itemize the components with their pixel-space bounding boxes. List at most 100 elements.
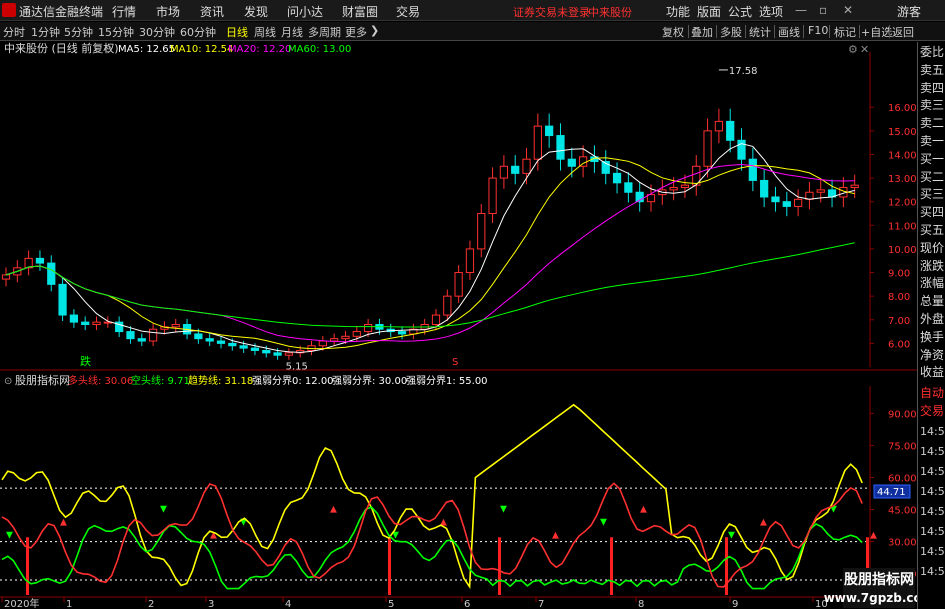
period-5min[interactable]: 5分钟 bbox=[64, 24, 93, 40]
menubar: 通达信金融终端 行情 市场 资讯 发现 问小达 财富圈 交易 证券交易未登录 中… bbox=[0, 0, 945, 21]
period-more[interactable]: 更多 bbox=[345, 24, 367, 40]
trade-label[interactable]: 交易 bbox=[920, 402, 945, 421]
candle-body bbox=[771, 196, 780, 203]
price-y-tick-label: 15.00 bbox=[888, 127, 917, 138]
period-1min[interactable]: 1分钟 bbox=[31, 24, 60, 40]
candle-body bbox=[511, 165, 520, 174]
toolbar-divider bbox=[688, 25, 689, 38]
toolbar-divider bbox=[803, 25, 804, 38]
auto-trade-label[interactable]: 自动 bbox=[920, 384, 945, 403]
signal-arrow-icon: ▼ bbox=[600, 517, 607, 527]
menu-zixun[interactable]: 资讯 bbox=[200, 3, 224, 20]
date-tick-label: 7 bbox=[538, 599, 544, 609]
indicator-name: 股朋指标网 bbox=[15, 373, 70, 387]
quote-label-volume: 总量 bbox=[920, 294, 945, 309]
signal-arrow-icon: ▲ bbox=[330, 505, 337, 515]
cursor-value: 44.71 bbox=[877, 487, 906, 498]
menu-shichang[interactable]: 市场 bbox=[156, 3, 180, 20]
period-multi[interactable]: 多周期 bbox=[308, 24, 341, 40]
menu-caifuquan[interactable]: 财富圈 bbox=[342, 3, 378, 20]
toolbar-divider bbox=[859, 25, 860, 38]
quote-label-sell3: 卖三 bbox=[920, 98, 945, 113]
signal-sell-label: S bbox=[452, 357, 458, 368]
indicator-y-tick-label: 75.00 bbox=[888, 441, 917, 452]
panel-close-icon[interactable]: ✕ bbox=[860, 43, 869, 56]
candle-body bbox=[488, 177, 497, 214]
candle-body bbox=[262, 349, 271, 354]
price-y-tick-label: 14.00 bbox=[888, 150, 917, 161]
low-price-label: 5.15 bbox=[286, 361, 308, 372]
quote-label-change-pct: 涨幅 bbox=[920, 276, 945, 291]
btn-f10[interactable]: F10 bbox=[808, 24, 828, 37]
date-tick-label: 2 bbox=[148, 599, 154, 609]
price-y-tick-label: 11.00 bbox=[888, 221, 917, 232]
period-60min[interactable]: 60分钟 bbox=[180, 24, 216, 40]
more-chevron-icon[interactable]: ❯ bbox=[370, 24, 379, 37]
candle-body bbox=[748, 158, 757, 181]
guest-label[interactable]: 游客 bbox=[897, 3, 921, 20]
period-fenshi[interactable]: 分时 bbox=[3, 24, 25, 40]
candle-body bbox=[239, 345, 248, 349]
candle-body bbox=[81, 321, 90, 325]
signal-arrow-icon: ▼ bbox=[6, 530, 13, 540]
menu-gongneng[interactable]: 功能 bbox=[666, 3, 690, 20]
menu-banmian[interactable]: 版面 bbox=[697, 3, 721, 20]
candle-body bbox=[760, 179, 769, 198]
restore-icon[interactable]: ▫ bbox=[819, 3, 827, 17]
candle-body bbox=[330, 338, 339, 342]
btn-fanhui[interactable]: 返回 bbox=[892, 24, 914, 40]
period-monthly[interactable]: 月线 bbox=[281, 24, 303, 40]
btn-biaoji[interactable]: 标记 bbox=[834, 24, 856, 40]
price-moving-averages bbox=[5, 143, 855, 353]
candle-body bbox=[703, 130, 712, 167]
quote-label-buy5: 买五 bbox=[920, 223, 945, 237]
date-tick-label: 8 bbox=[638, 599, 644, 609]
alert-stock[interactable]: 中来股份 bbox=[588, 4, 632, 20]
candle-body bbox=[318, 340, 327, 347]
quote-label-sell1: 卖一 bbox=[920, 134, 945, 148]
signal-arrow-icon: ▲ bbox=[870, 530, 877, 540]
date-tick-label: 4 bbox=[285, 599, 291, 609]
menu-jiaoyi[interactable]: 交易 bbox=[396, 3, 420, 20]
period-30min[interactable]: 30分钟 bbox=[139, 24, 175, 40]
quote-label-turnover: 换手 bbox=[920, 329, 945, 344]
menu-hangqing[interactable]: 行情 bbox=[112, 3, 136, 20]
btn-huaxian[interactable]: 画线 bbox=[778, 24, 800, 40]
watermark-title: 股朋指标网 bbox=[844, 571, 914, 588]
period-weekly[interactable]: 周线 bbox=[254, 24, 276, 40]
candle-body bbox=[567, 158, 576, 167]
price-y-tick-label: 6.00 bbox=[888, 339, 910, 350]
quote-label-weibi: 委比 bbox=[920, 45, 945, 59]
tick-time: 14:56 bbox=[920, 505, 945, 518]
btn-duogu[interactable]: 多股 bbox=[720, 24, 742, 40]
btn-diejia[interactable]: 叠加 bbox=[691, 24, 713, 40]
menu-xuanxiang[interactable]: 选项 bbox=[759, 3, 783, 20]
period-toolbar: 分时 1分钟 5分钟 15分钟 30分钟 60分钟 日线 周线 月线 多周期 更… bbox=[0, 22, 945, 41]
btn-tongji[interactable]: 统计 bbox=[749, 24, 771, 40]
app-logo bbox=[2, 3, 16, 17]
close-icon[interactable]: ✕ bbox=[843, 3, 853, 17]
toolbar-divider bbox=[889, 25, 890, 38]
menu-faxian[interactable]: 发现 bbox=[244, 3, 268, 20]
tick-time: 14:56 bbox=[920, 525, 945, 538]
candle-body bbox=[47, 262, 56, 285]
menu-wenxiaoda[interactable]: 问小达 bbox=[287, 3, 323, 20]
period-daily[interactable]: 日线 bbox=[226, 24, 248, 40]
tick-time: 14:56 bbox=[920, 465, 945, 478]
toolbar-divider bbox=[774, 25, 775, 38]
candle-body bbox=[499, 165, 509, 179]
period-15min[interactable]: 15分钟 bbox=[98, 24, 134, 40]
btn-add-favorite[interactable]: +自选 bbox=[861, 24, 892, 40]
candle-body bbox=[454, 272, 463, 297]
chart-area[interactable]: 中来股份 (日线 前复权) ⊙ MA5: 12.65MA10: 12.54MA2… bbox=[0, 42, 917, 609]
minimize-icon[interactable]: — bbox=[795, 3, 807, 17]
menu-gongshi[interactable]: 公式 bbox=[728, 3, 752, 20]
indicator-toggle-icon[interactable]: ⊙ bbox=[4, 376, 12, 387]
settings-icon[interactable]: ⚙ bbox=[848, 43, 858, 56]
candle-body bbox=[58, 283, 67, 316]
btn-fuquan[interactable]: 复权 bbox=[662, 24, 684, 40]
login-alert[interactable]: 证券交易未登录 bbox=[513, 4, 590, 20]
price-y-tick-label: 13.00 bbox=[888, 174, 917, 185]
ma-toggle-icon[interactable]: ⊙ bbox=[104, 44, 112, 55]
ma-line bbox=[5, 157, 855, 350]
